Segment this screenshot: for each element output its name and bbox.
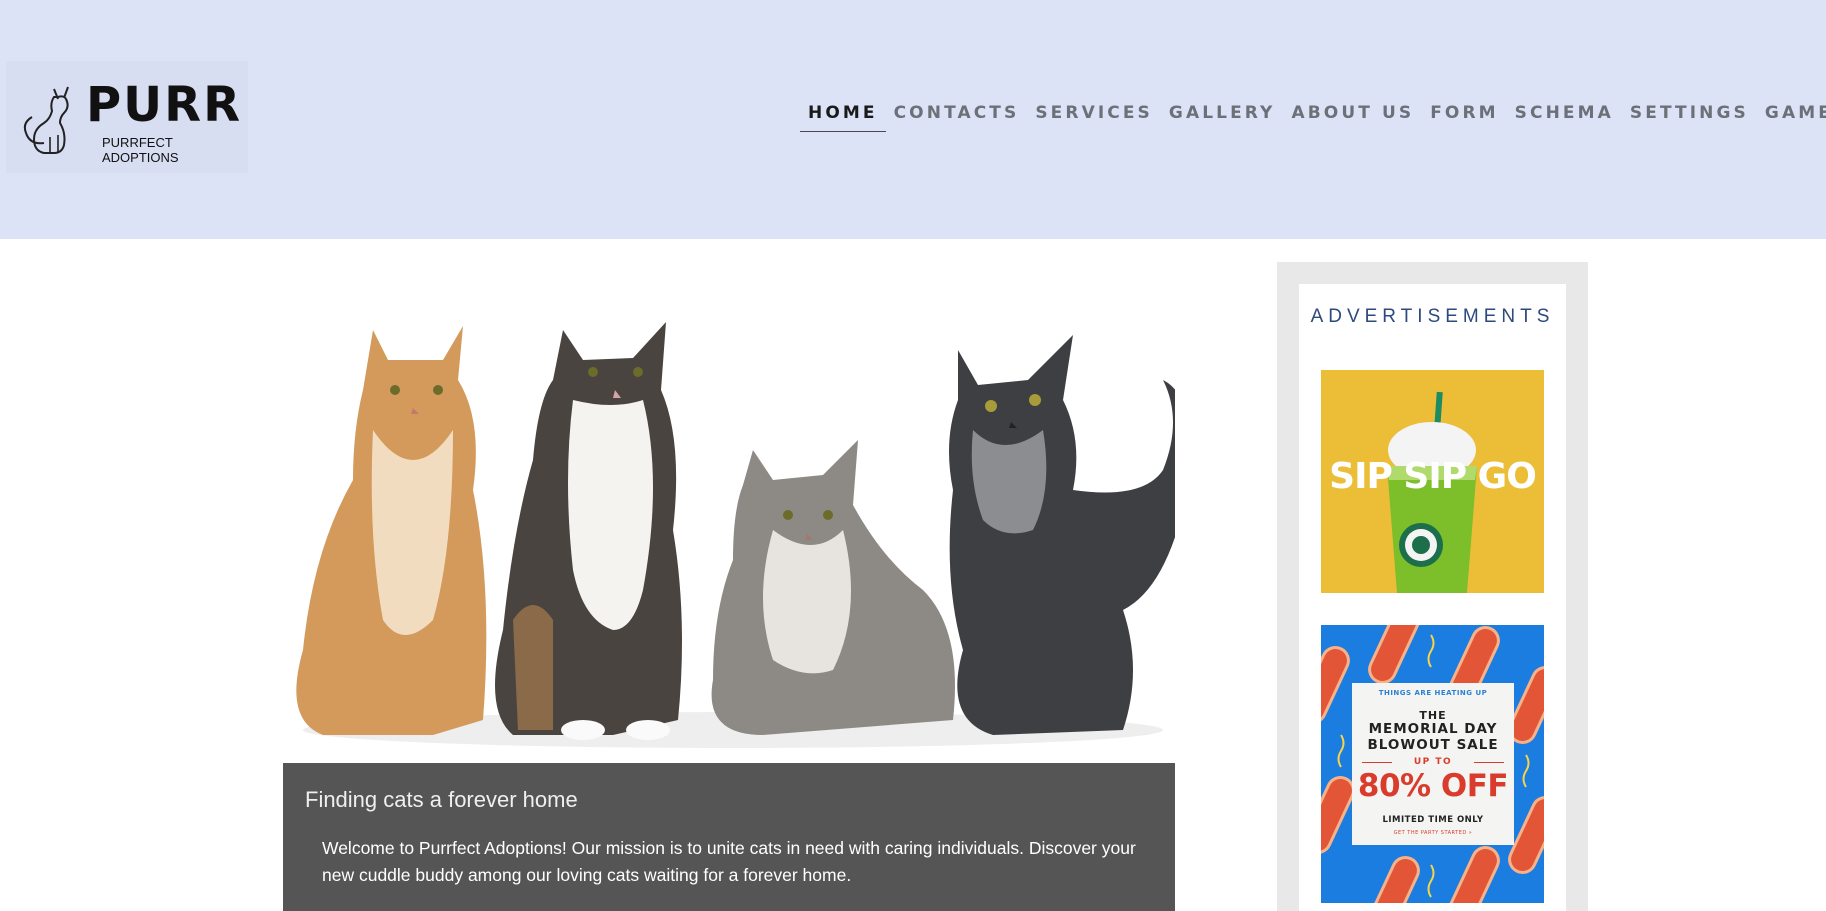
sale-card: THINGS ARE HEATING UP THE MEMORIAL DAY B… [1352,683,1514,845]
dark-gray-kitten-icon [949,335,1190,735]
sidebar-panel: ADVERTISEMENTS SIP SIP GO THINGS ARE HEA… [1299,284,1566,911]
sale-discount: 80% OFF [1357,768,1509,804]
brand-tagline: PURRFECT ADOPTIONS [102,135,179,165]
nav-game[interactable]: GAME [1757,103,1826,132]
black-white-cat-icon [495,322,682,740]
ad1-slogan: SIP SIP GO [1329,456,1537,497]
sale-headline-line2: BLOWOUT SALE [1367,737,1499,753]
nav-settings[interactable]: SETTINGS [1622,103,1757,132]
cats-illustration [296,322,1190,748]
nav-about-us[interactable]: ABOUT US [1283,103,1422,132]
cat-logo-icon [23,86,69,154]
ad-banner-memorial-day-sale[interactable]: THINGS ARE HEATING UP THE MEMORIAL DAY B… [1321,625,1544,903]
orange-cat-icon [296,326,487,735]
hero-cats-image [283,290,1190,763]
sale-limited: LIMITED TIME ONLY [1382,815,1484,825]
advertisements-sidebar: ADVERTISEMENTS SIP SIP GO THINGS ARE HEA… [1277,262,1588,911]
nav-schema[interactable]: SCHEMA [1507,103,1622,132]
site-logo[interactable]: PURR PURRFECT ADOPTIONS [6,61,248,173]
nav-gallery[interactable]: GALLERY [1161,103,1284,132]
caption-text: Welcome to Purrfect Adoptions! Our missi… [322,838,1136,885]
ads-heading: ADVERTISEMENTS [1310,306,1555,327]
hero-caption: Finding cats a forever home Welcome to P… [283,763,1175,911]
brand-name: PURR [86,77,243,133]
sale-kicker: THINGS ARE HEATING UP [1378,689,1488,697]
sale-cta: GET THE PARTY STARTED » [1393,830,1473,836]
site-header: PURR PURRFECT ADOPTIONS HOME CONTACTS SE… [0,0,1826,239]
nav-contacts[interactable]: CONTACTS [886,103,1028,132]
ad-banner-sip-sip-go[interactable]: SIP SIP GO [1321,370,1544,593]
main-navigation: HOME CONTACTS SERVICES GALLERY ABOUT US … [800,103,1826,132]
divider-right [1474,762,1504,763]
sale-headline-line1: MEMORIAL DAY [1368,721,1498,737]
sale-headline: MEMORIAL DAY BLOWOUT SALE [1352,721,1514,753]
nav-form[interactable]: FORM [1422,103,1506,132]
gray-tabby-cat-icon [711,440,955,735]
nav-home[interactable]: HOME [800,103,886,132]
nav-services[interactable]: SERVICES [1027,103,1161,132]
caption-title: Finding cats a forever home [305,787,578,812]
